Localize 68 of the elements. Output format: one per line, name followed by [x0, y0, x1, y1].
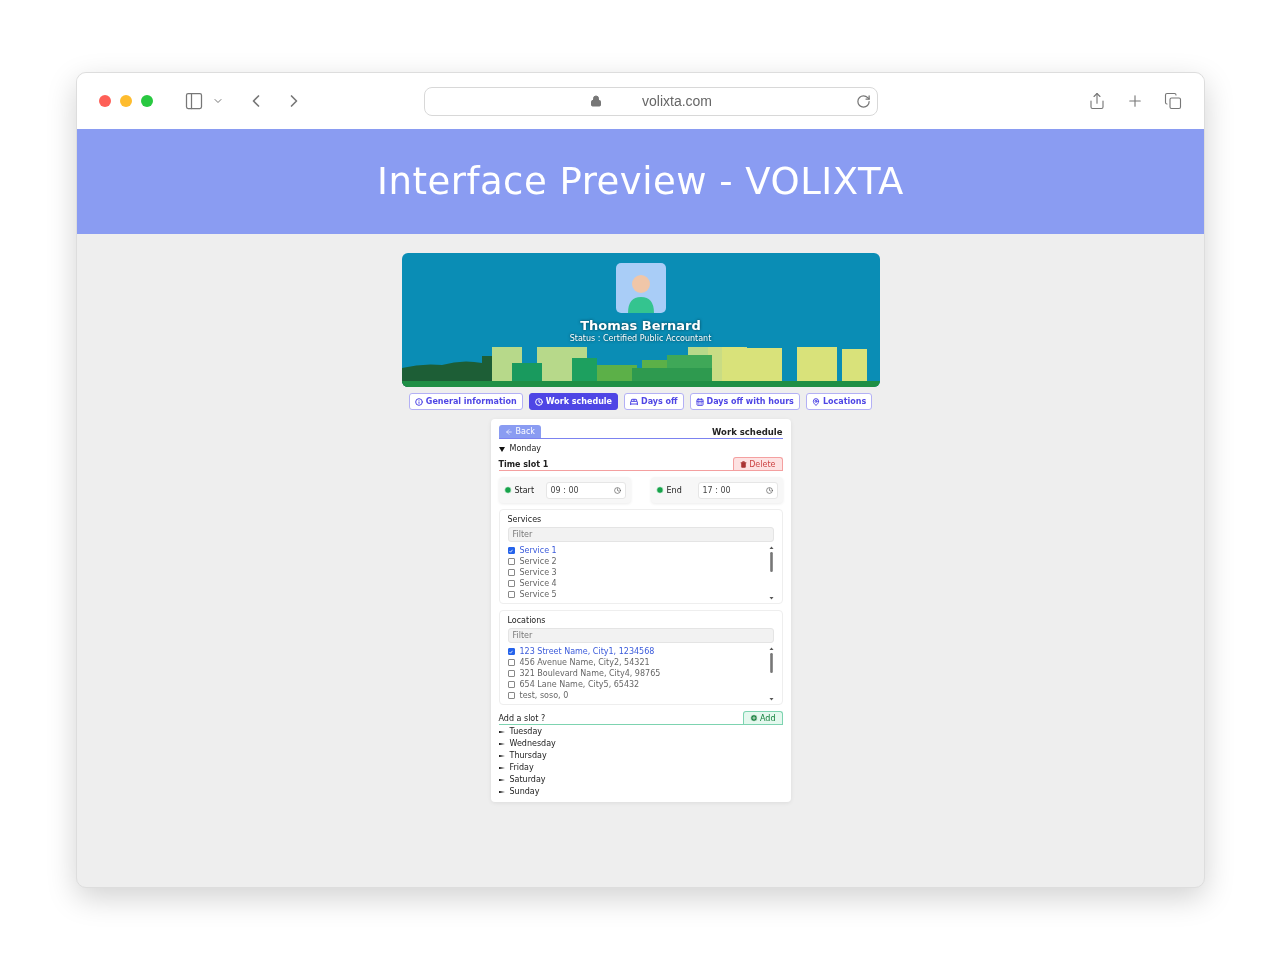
- scrollbar[interactable]: [768, 546, 774, 600]
- sidebar-icon[interactable]: [184, 91, 204, 111]
- checkbox-label: 654 Lane Name, City5, 65432: [519, 680, 640, 689]
- time-field[interactable]: 09 : 00: [545, 481, 626, 499]
- checkbox[interactable]: [507, 648, 515, 655]
- reload-icon[interactable]: [856, 93, 871, 109]
- checkbox-label: test, soso, 0: [519, 691, 569, 700]
- checkbox[interactable]: [507, 692, 515, 699]
- day-label[interactable]: Saturday: [509, 775, 546, 784]
- tab[interactable]: Locations: [805, 393, 873, 410]
- checkbox[interactable]: [507, 558, 515, 565]
- info-icon: [414, 397, 423, 406]
- checkbox[interactable]: [507, 569, 515, 576]
- close-icon[interactable]: [99, 95, 111, 107]
- caret-icon: [498, 445, 505, 452]
- checkbox-label: Service 3: [519, 568, 557, 577]
- checkbox[interactable]: [507, 681, 515, 688]
- profile-name: Thomas Bernard: [579, 318, 702, 333]
- checkbox-label: Service 1: [519, 546, 557, 555]
- calendar-icon: [695, 397, 704, 406]
- checkbox-label: 123 Street Name, City1, 1234568: [519, 647, 655, 656]
- tab[interactable]: Days off with hours: [689, 393, 800, 410]
- tab[interactable]: Days off: [624, 393, 684, 410]
- checkbox-label: Service 4: [519, 579, 557, 588]
- scrollbar[interactable]: [768, 647, 774, 701]
- checkbox-label: Service 2: [519, 557, 557, 566]
- trash-icon: [740, 460, 748, 468]
- address-bar[interactable]: volixta.com: [424, 86, 878, 116]
- url-text: volixta.com: [642, 93, 712, 109]
- checkbox-label: Service 5: [519, 590, 557, 599]
- checkbox-label: 321 Boulevard Name, City4, 98765: [519, 669, 661, 678]
- share-icon[interactable]: [1088, 92, 1106, 110]
- add-slot-prompt: Add a slot ?: [498, 714, 546, 724]
- time-label: End: [666, 485, 683, 495]
- day-label[interactable]: Thursday: [509, 751, 547, 760]
- checkbox[interactable]: [507, 670, 515, 677]
- delete-button[interactable]: Delete: [733, 457, 783, 470]
- filter-field[interactable]: Filter: [507, 628, 774, 643]
- plus-circle-icon: [750, 714, 758, 722]
- card-title: Work schedule: [712, 427, 783, 438]
- panel-title: Locations: [507, 616, 547, 625]
- checkbox-label: 456 Avenue Name, City2, 54321: [519, 658, 650, 667]
- checkbox[interactable]: [507, 591, 515, 598]
- day-label[interactable]: Tuesday: [509, 727, 543, 736]
- add-button[interactable]: Add: [743, 711, 783, 724]
- checkbox[interactable]: [507, 547, 515, 554]
- day-label[interactable]: Monday: [509, 444, 542, 453]
- lock-icon: [590, 95, 602, 107]
- time-label: Start: [514, 485, 536, 495]
- tab[interactable]: Work schedule: [528, 393, 618, 410]
- day-label[interactable]: Wednesday: [509, 739, 556, 748]
- day-label[interactable]: Sunday: [509, 787, 540, 796]
- profile-status: Status : Certified Public Accountant: [569, 334, 712, 343]
- maximize-icon[interactable]: [141, 95, 153, 107]
- checkbox[interactable]: [507, 659, 515, 666]
- bed-icon: [630, 397, 638, 406]
- slot-title: Time slot 1: [498, 460, 549, 470]
- tabs-icon[interactable]: [1164, 92, 1182, 110]
- arrow-left-icon: [504, 427, 513, 436]
- day-label[interactable]: Friday: [509, 763, 534, 772]
- new-tab-icon[interactable]: [1126, 92, 1144, 110]
- map-pin-icon: [811, 397, 820, 406]
- tab[interactable]: General information: [408, 393, 523, 410]
- filter-field[interactable]: Filter: [507, 527, 774, 542]
- time-field[interactable]: 17 : 00: [697, 481, 778, 499]
- page-title: Interface Preview - VOLIXTA: [377, 160, 904, 203]
- panel-title: Services: [507, 515, 543, 524]
- checkbox[interactable]: [507, 580, 515, 587]
